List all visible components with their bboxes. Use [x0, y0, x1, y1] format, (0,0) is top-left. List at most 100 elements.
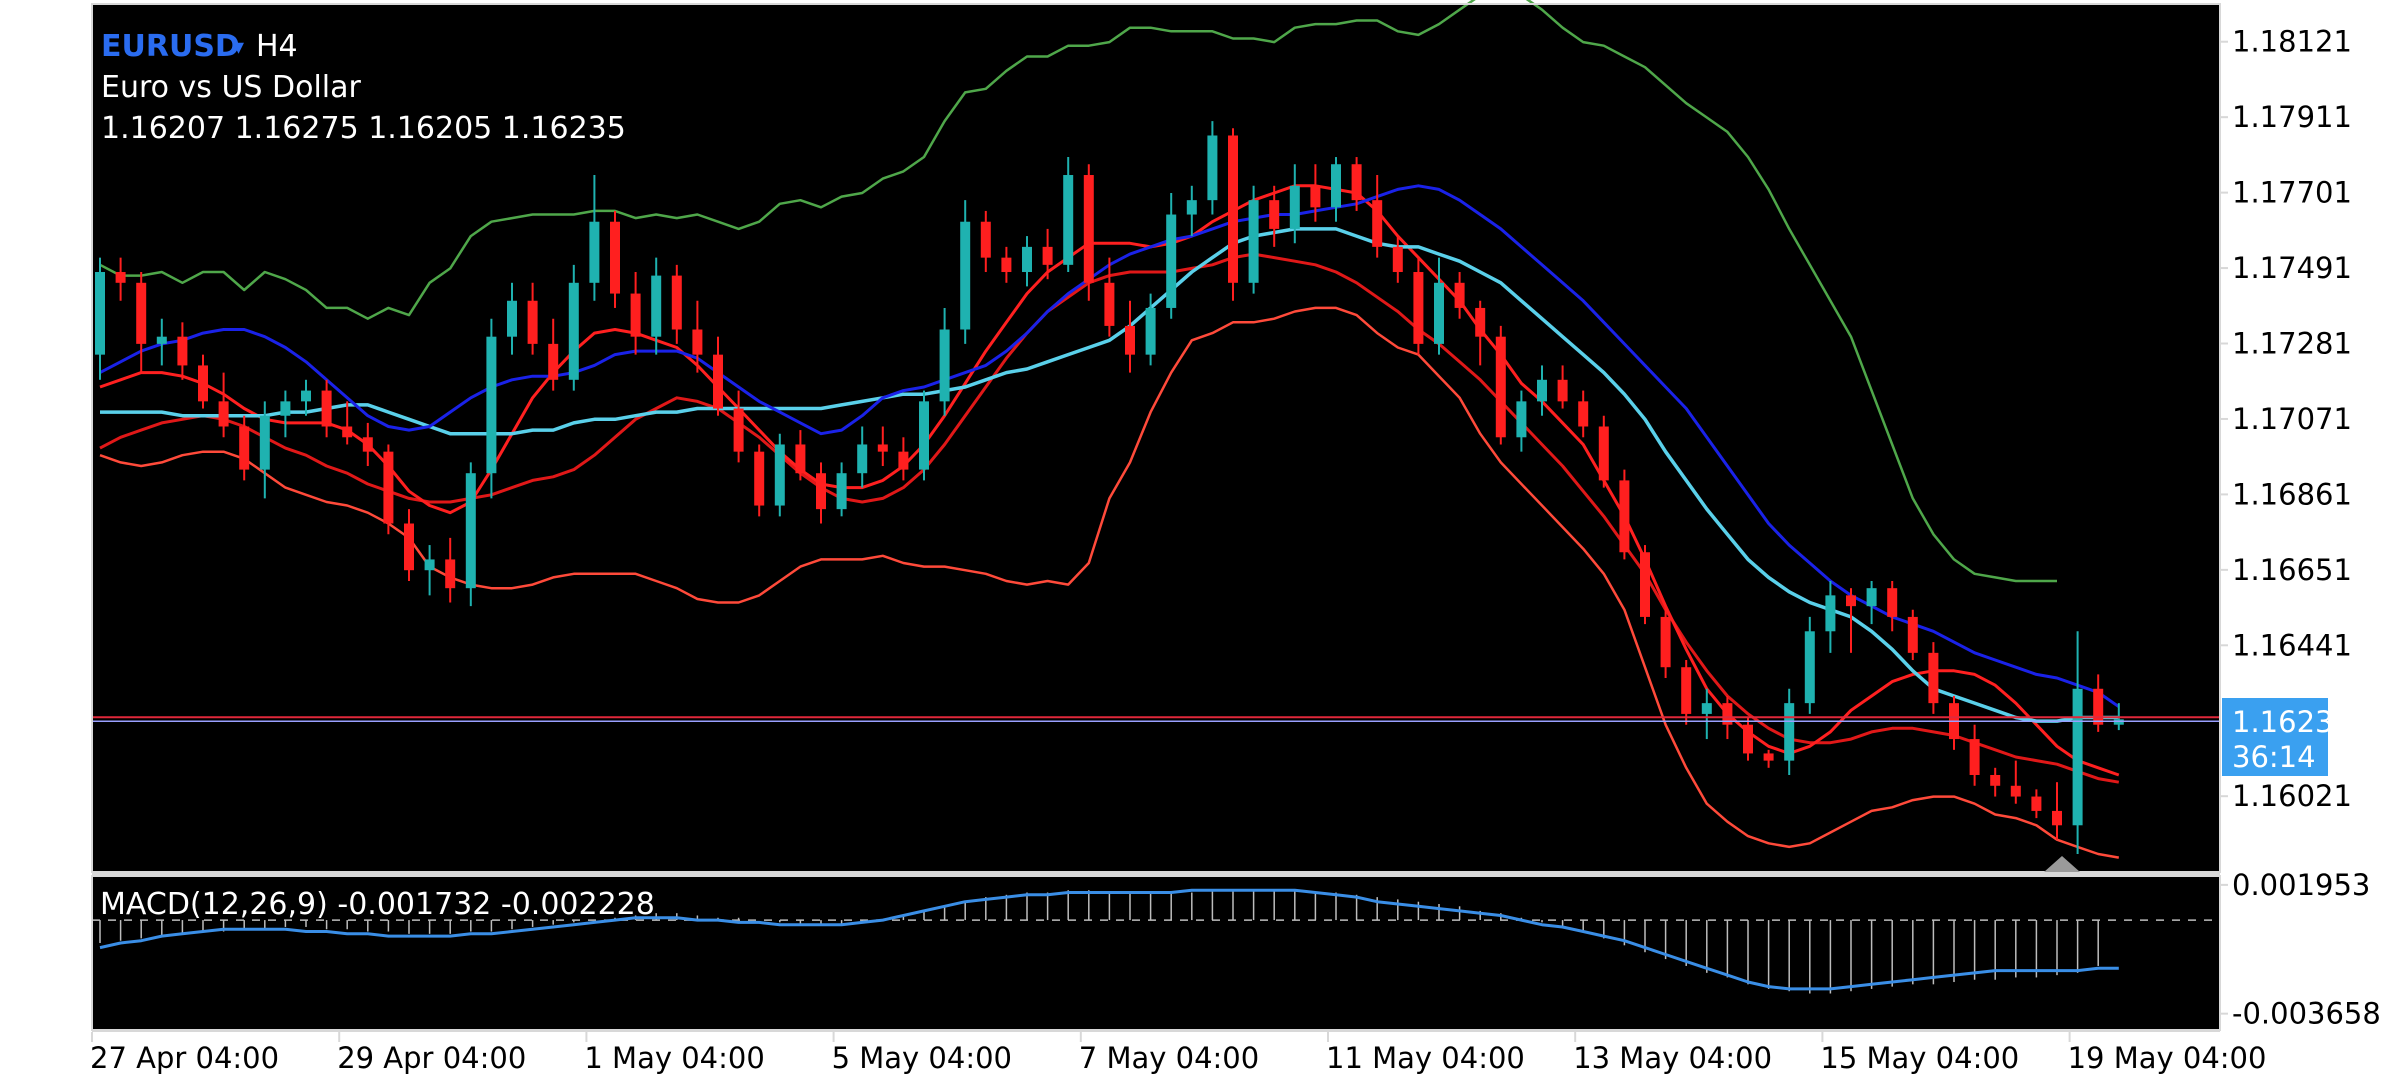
candle-body: [465, 473, 476, 589]
candle-body: [1001, 257, 1012, 273]
candle-body: [589, 221, 600, 283]
candle-body: [713, 354, 723, 409]
candle-body: [1763, 753, 1774, 761]
candle-body: [1310, 185, 1321, 208]
bar-countdown: 36:14: [2232, 740, 2316, 774]
chart-canvas[interactable]: 1.18121 1.17911 1.17701 1.17491 1.17281 1.170…: [0, 0, 2400, 1080]
candle-body: [651, 275, 662, 337]
x-tick-label: 11 May 04:00: [1326, 1041, 1525, 1075]
candle-body: [1969, 739, 1980, 775]
candle-body: [507, 300, 517, 337]
candle-body: [980, 221, 991, 258]
candle-body: [1866, 588, 1877, 607]
candle-body: [424, 559, 435, 571]
y-tick-label: 1.18121: [2232, 25, 2352, 59]
candle-body: [1846, 595, 1856, 607]
candle: [486, 318, 497, 499]
x-tick-label: 13 May 04:00: [1573, 1041, 1772, 1075]
x-tick-label: 29 Apr 04:00: [337, 1041, 526, 1075]
candle-body: [795, 444, 806, 474]
symbol-label[interactable]: EURUSD: [101, 29, 240, 64]
candle: [1640, 545, 1650, 625]
candle-body: [1083, 175, 1094, 283]
candle-body: [836, 473, 847, 510]
candle-body: [115, 272, 126, 283]
current-price-value: 1.16235: [2232, 705, 2352, 739]
candle-body: [1578, 401, 1589, 427]
candle-body: [754, 451, 765, 506]
candle-body: [1248, 200, 1259, 283]
candle: [568, 264, 579, 391]
candle-body: [2072, 688, 2083, 826]
y-tick-label: 1.17071: [2232, 402, 2352, 436]
candle-body: [1907, 616, 1918, 653]
candle: [383, 444, 394, 535]
candle-body: [774, 444, 785, 506]
candle: [1619, 469, 1630, 560]
candle-body: [1125, 325, 1135, 355]
candle-body: [1660, 616, 1671, 668]
candle-body: [383, 451, 394, 524]
candle-body: [1166, 214, 1177, 308]
y-tick-label: 1.16441: [2232, 628, 2352, 662]
more-icon[interactable]: •••: [2284, 812, 2334, 845]
candle-body: [939, 329, 950, 402]
candle-body: [1454, 282, 1465, 308]
candle: [919, 390, 929, 481]
candle-body: [1145, 307, 1156, 355]
candle-body: [2093, 688, 2104, 725]
y-tick-label: 1.16861: [2232, 477, 2352, 511]
candle: [1495, 325, 1506, 445]
candle-body: [733, 408, 744, 452]
trading-chart-window[interactable]: 1.18121 1.17911 1.17701 1.17491 1.17281 1.170…: [0, 0, 2400, 1080]
candle-body: [321, 390, 332, 427]
y-tick-label: 1.17911: [2232, 100, 2352, 134]
candle-body: [486, 336, 497, 474]
macd-y-tick-label: -0.003658: [2232, 997, 2381, 1031]
candle-body: [1804, 631, 1815, 704]
candle-body: [1495, 336, 1506, 438]
candle: [1907, 609, 1918, 661]
candle-body: [218, 401, 229, 427]
candle: [1083, 164, 1094, 301]
candle-body: [1743, 724, 1753, 754]
chevron-down-icon[interactable]: ▾: [233, 35, 244, 60]
candle: [1248, 185, 1259, 294]
candle-body: [95, 272, 105, 355]
macd-label: MACD(12,26,9) -0.001732 -0.002228: [100, 887, 655, 922]
candle-body: [1681, 667, 1692, 714]
candle-body: [1372, 200, 1383, 247]
candle-body: [1475, 307, 1486, 337]
x-tick-label: 19 May 04:00: [2068, 1041, 2267, 1075]
candle-body: [1207, 135, 1218, 201]
candle-body: [610, 221, 620, 294]
candle-body: [2052, 810, 2062, 826]
candle-body: [857, 444, 868, 474]
candle-body: [1701, 703, 1712, 714]
candle-body: [692, 329, 703, 355]
candle-body: [1228, 135, 1238, 283]
y-tick-label: 1.16021: [2232, 779, 2352, 813]
candle-body: [1825, 595, 1836, 632]
candle: [774, 433, 785, 517]
candle-body: [280, 401, 291, 416]
candle-body: [301, 390, 311, 402]
macd-y-tick-label: 0.001953: [2232, 868, 2370, 902]
candle-body: [568, 282, 579, 380]
candle-body: [1640, 552, 1650, 617]
y-tick-label: 1.16651: [2232, 553, 2352, 587]
candle-body: [1434, 282, 1444, 344]
candle-body: [1351, 164, 1362, 201]
candle-body: [342, 426, 353, 438]
x-tick-label: 5 May 04:00: [832, 1041, 1012, 1075]
candle: [465, 462, 476, 607]
candle-body: [1557, 379, 1568, 402]
candle-body: [898, 451, 909, 470]
y-tick-label: 1.17701: [2232, 176, 2352, 210]
timeframe-label[interactable]: H4: [256, 29, 298, 64]
candle: [1804, 616, 1815, 714]
candle-body: [1289, 185, 1300, 229]
candle-body: [671, 275, 682, 330]
candle-body: [1186, 200, 1197, 215]
candle-body: [1042, 246, 1053, 265]
